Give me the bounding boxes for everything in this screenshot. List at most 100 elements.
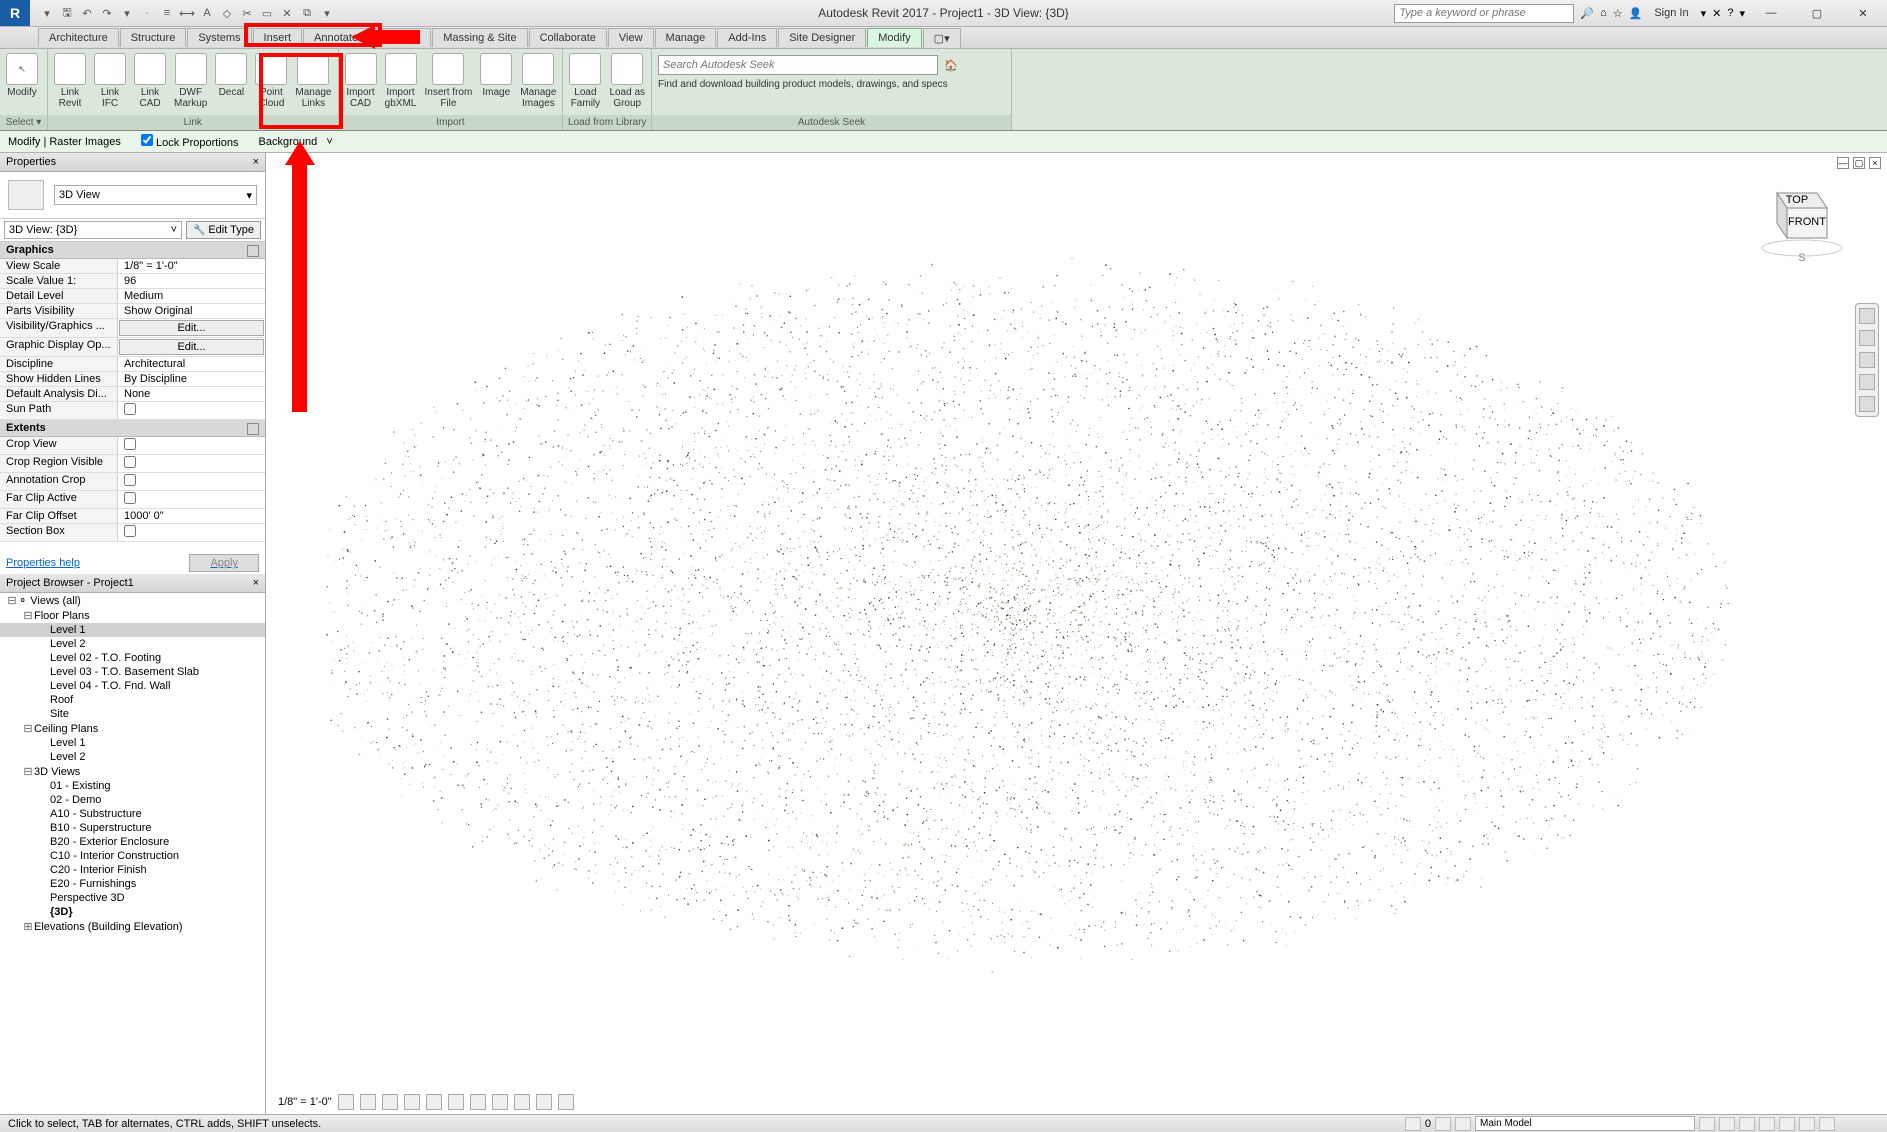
tree-item[interactable]: Roof xyxy=(0,693,265,707)
import-btn-0[interactable]: ImportCAD xyxy=(341,51,381,113)
tree-item[interactable]: A10 - Substructure xyxy=(0,807,265,821)
crop-icon[interactable] xyxy=(448,1094,464,1110)
qat-thin-icon[interactable]: ▭ xyxy=(258,4,276,22)
tree-item[interactable]: {3D} xyxy=(0,905,265,919)
prop-row[interactable]: Parts VisibilityShow Original xyxy=(0,304,265,319)
link-btn-4[interactable]: Decal xyxy=(211,51,251,113)
tree-item[interactable]: ⊟⚬ Views (all) xyxy=(0,593,265,608)
qat-switch-icon[interactable]: ⧉ xyxy=(298,4,316,22)
tree-item[interactable]: ⊟3D Views xyxy=(0,764,265,779)
status-select-pinned-icon[interactable] xyxy=(1759,1117,1775,1131)
tree-item[interactable]: Level 04 - T.O. Fnd. Wall xyxy=(0,679,265,693)
prop-value[interactable]: Edit... xyxy=(119,320,264,336)
detail-level-icon[interactable] xyxy=(338,1094,354,1110)
prop-row[interactable]: Far Clip Offset1000' 0" xyxy=(0,509,265,524)
tree-item[interactable]: Level 02 - T.O. Footing xyxy=(0,651,265,665)
link-btn-5[interactable]: PointCloud xyxy=(251,51,291,113)
select-panel-label[interactable]: Select ▾ xyxy=(0,115,47,130)
qat-open-icon[interactable]: ▾ xyxy=(38,4,56,22)
status-filter-icon[interactable] xyxy=(1819,1117,1835,1131)
prop-value[interactable]: By Discipline xyxy=(118,372,265,386)
reveal-icon[interactable] xyxy=(536,1094,552,1110)
qat-align-icon[interactable]: ≡ xyxy=(158,4,176,22)
tab-manage[interactable]: Manage xyxy=(655,28,717,47)
qat-drop-icon[interactable]: ▾ xyxy=(318,4,336,22)
tree-item[interactable]: Level 1 xyxy=(0,623,265,637)
tree-item[interactable]: C10 - Interior Construction xyxy=(0,849,265,863)
type-combo[interactable]: 3D View▾ xyxy=(54,185,257,205)
browser-close-icon[interactable]: × xyxy=(253,577,259,589)
tree-item[interactable]: Site xyxy=(0,707,265,721)
status-select-underlay-icon[interactable] xyxy=(1739,1117,1755,1131)
prop-row[interactable]: Section Box xyxy=(0,524,265,542)
tab-insert[interactable]: Insert xyxy=(253,28,303,47)
signin-button[interactable]: Sign In xyxy=(1648,7,1694,19)
tree-item[interactable]: Level 03 - T.O. Basement Slab xyxy=(0,665,265,679)
import-btn-2[interactable]: Insert fromFile xyxy=(421,51,477,113)
status-editable-icon[interactable] xyxy=(1435,1117,1451,1131)
tab-structure[interactable]: Structure xyxy=(120,28,187,47)
visual-style-icon[interactable] xyxy=(360,1094,376,1110)
tree-item[interactable]: B20 - Exterior Enclosure xyxy=(0,835,265,849)
prop-value[interactable] xyxy=(118,491,265,508)
user-icon[interactable]: 👤 xyxy=(1629,7,1643,20)
prop-value[interactable] xyxy=(118,455,265,472)
nav-orbit-icon[interactable] xyxy=(1859,374,1875,390)
qat-dim-icon[interactable]: ⟷ xyxy=(178,4,196,22)
prop-row[interactable]: Visibility/Graphics ...Edit... xyxy=(0,319,265,338)
import-btn-3[interactable]: Image xyxy=(476,51,516,113)
project-browser[interactable]: ⊟⚬ Views (all)⊟Floor PlansLevel 1Level 2… xyxy=(0,593,265,1114)
status-design-icon[interactable] xyxy=(1455,1117,1471,1131)
tab-systems[interactable]: Systems xyxy=(187,28,251,47)
status-worksets-icon[interactable] xyxy=(1405,1117,1421,1131)
prop-value[interactable]: 1/8" = 1'-0" xyxy=(118,259,265,273)
prop-value[interactable]: Architectural xyxy=(118,357,265,371)
tree-toggle-icon[interactable]: ⊟ xyxy=(6,594,18,607)
qat-redo-icon[interactable]: ↷ xyxy=(98,4,116,22)
status-select-links-icon[interactable] xyxy=(1719,1117,1735,1131)
minimize-button[interactable]: — xyxy=(1751,3,1791,23)
tree-item[interactable]: B10 - Superstructure xyxy=(0,821,265,835)
load-btn-0[interactable]: LoadFamily xyxy=(565,51,605,113)
prop-row[interactable]: Annotation Crop xyxy=(0,473,265,491)
prop-row[interactable]: Show Hidden LinesBy Discipline xyxy=(0,372,265,387)
tab-architecture[interactable]: Architecture xyxy=(38,28,119,47)
nav-wheel-icon[interactable] xyxy=(1859,308,1875,324)
link-btn-6[interactable]: ManageLinks xyxy=(291,51,335,113)
qat-section-icon[interactable]: ✂ xyxy=(238,4,256,22)
hide-icon[interactable] xyxy=(514,1094,530,1110)
link-btn-1[interactable]: LinkIFC xyxy=(90,51,130,113)
shadows-icon[interactable] xyxy=(404,1094,420,1110)
prop-value[interactable]: None xyxy=(118,387,265,401)
qat-more-icon[interactable]: ▾ xyxy=(118,4,136,22)
prop-value[interactable] xyxy=(118,437,265,454)
tree-item[interactable]: ⊞Elevations (Building Elevation) xyxy=(0,919,265,934)
prop-row[interactable]: Scale Value 1:96 xyxy=(0,274,265,289)
signin-dropdown-icon[interactable]: ▾ xyxy=(1701,7,1707,20)
tree-item[interactable]: E20 - Furnishings xyxy=(0,877,265,891)
maximize-button[interactable]: ▢ xyxy=(1797,3,1837,23)
nav-zoom-icon[interactable] xyxy=(1859,352,1875,368)
prop-row[interactable]: Detail LevelMedium xyxy=(0,289,265,304)
favorites-icon[interactable]: ☆ xyxy=(1613,7,1623,20)
analytical-icon[interactable] xyxy=(558,1094,574,1110)
tree-item[interactable]: C20 - Interior Finish xyxy=(0,863,265,877)
properties-help-link[interactable]: Properties help xyxy=(6,557,80,569)
help-icon[interactable]: ? xyxy=(1727,7,1733,19)
tab-panel-icon[interactable]: ▢▾ xyxy=(923,28,961,48)
modify-button[interactable]: ↖ Modify xyxy=(2,51,42,113)
tree-item[interactable]: Level 2 xyxy=(0,750,265,764)
tab-analyze[interactable]: Analyze xyxy=(370,28,431,47)
qat-close-icon[interactable]: ✕ xyxy=(278,4,296,22)
tab-view[interactable]: View xyxy=(608,28,654,47)
prop-value[interactable]: 96 xyxy=(118,274,265,288)
subscription-icon[interactable]: ⌂ xyxy=(1600,7,1607,19)
tab-collaborate[interactable]: Collaborate xyxy=(529,28,607,47)
tab-addins[interactable]: Add-Ins xyxy=(717,28,777,47)
link-btn-3[interactable]: DWFMarkup xyxy=(170,51,211,113)
navigation-bar[interactable] xyxy=(1855,303,1879,417)
seek-search-input[interactable] xyxy=(658,55,938,75)
seek-go-icon[interactable]: 🏠 xyxy=(944,59,958,72)
apply-button[interactable]: Apply xyxy=(189,554,259,572)
exchange-icon[interactable]: ✕ xyxy=(1712,7,1721,20)
